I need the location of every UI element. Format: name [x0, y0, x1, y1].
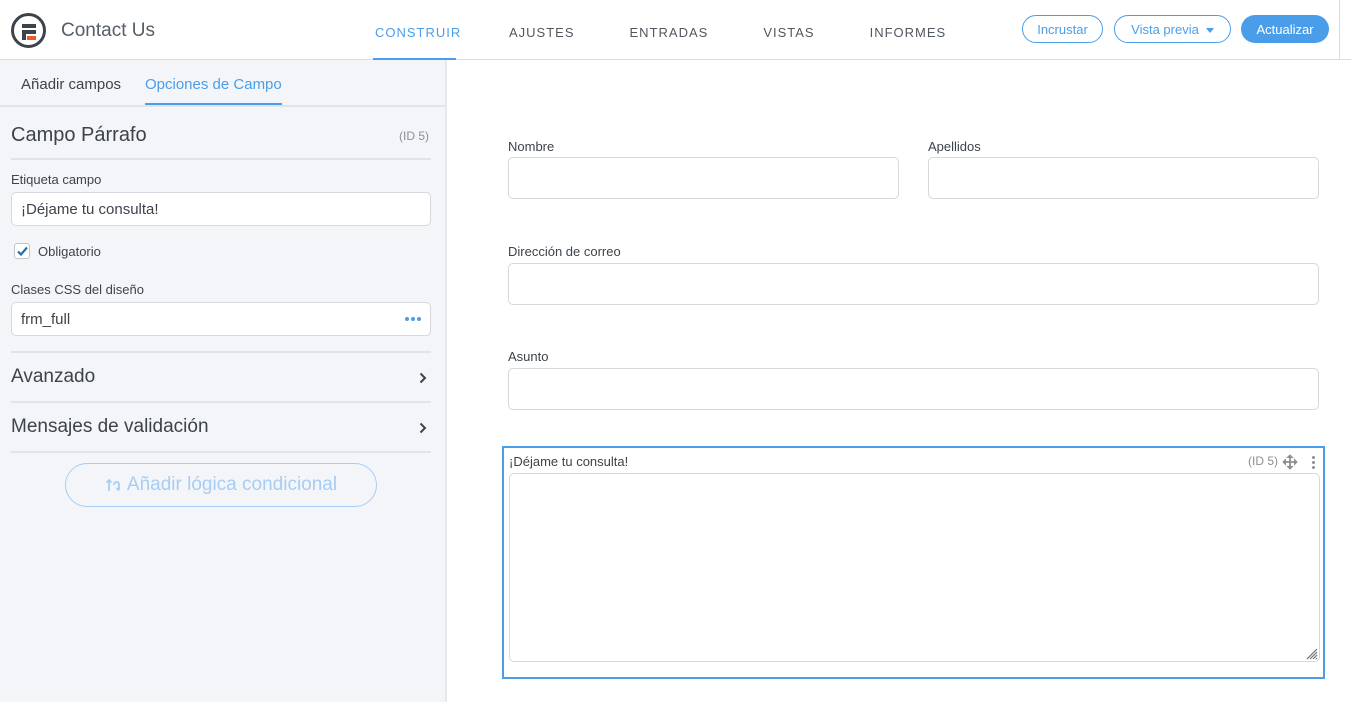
paragraph-textarea[interactable]	[509, 473, 1320, 662]
tab-entradas[interactable]: ENTRADAS	[628, 0, 711, 60]
divider	[11, 158, 431, 160]
validation-messages-label: Mensajes de validación	[11, 416, 209, 437]
header-divider	[1339, 0, 1340, 60]
required-checkbox[interactable]	[14, 243, 30, 259]
validation-messages-accordion[interactable]: Mensajes de validación	[11, 403, 431, 451]
field-label-input[interactable]: ¡Déjame tu consulta!	[11, 192, 431, 226]
selected-paragraph-field[interactable]: ¡Déjame tu consulta! (ID 5)	[502, 446, 1325, 679]
field-label-label: Etiqueta campo	[11, 172, 102, 187]
top-bar: Contact Us CONSTRUIR AJUSTES ENTRADAS VI…	[0, 0, 1351, 61]
paragraph-field-id: (ID 5)	[1248, 454, 1278, 468]
preview-button[interactable]: Vista previa	[1114, 15, 1231, 43]
last-name-label: Apellidos	[928, 139, 981, 154]
field-id: (ID 5)	[399, 129, 429, 143]
main-nav: CONSTRUIR AJUSTES ENTRADAS VISTAS INFORM…	[373, 0, 999, 61]
chevron-right-icon	[419, 422, 427, 434]
first-name-input[interactable]	[508, 157, 899, 199]
css-classes-value: frm_full	[21, 310, 71, 328]
preview-button-label: Vista previa	[1131, 21, 1199, 37]
field-label-value: ¡Déjame tu consulta!	[21, 200, 159, 218]
chevron-right-icon	[419, 372, 427, 384]
add-conditional-logic-button[interactable]: Añadir lógica condicional	[65, 463, 377, 507]
css-classes-label: Clases CSS del diseño	[11, 282, 144, 297]
field-type-heading: Campo Párrafo	[11, 124, 147, 146]
advanced-label: Avanzado	[11, 366, 96, 387]
tab-add-fields[interactable]: Añadir campos	[21, 76, 121, 93]
update-button-label: Actualizar	[1256, 21, 1314, 37]
paragraph-field-label: ¡Déjame tu consulta!	[509, 454, 629, 469]
form-builder-canvas: Nombre Apellidos Dirección de correo Asu…	[447, 60, 1351, 702]
add-conditional-logic-label: Añadir lógica condicional	[126, 474, 338, 495]
email-input[interactable]	[508, 263, 1319, 305]
tab-informes[interactable]: INFORMES	[868, 0, 949, 60]
tab-vistas[interactable]: VISTAS	[761, 0, 816, 60]
subject-label: Asunto	[508, 349, 549, 364]
update-button[interactable]: Actualizar	[1241, 15, 1329, 43]
required-label: Obligatorio	[38, 244, 101, 259]
subject-input[interactable]	[508, 368, 1319, 410]
more-actions-icon[interactable]	[1312, 456, 1315, 469]
css-classes-input[interactable]: frm_full	[11, 302, 431, 336]
checkmark-icon	[17, 246, 28, 257]
last-name-input[interactable]	[928, 157, 1319, 199]
email-label: Dirección de correo	[508, 244, 621, 259]
divider	[11, 451, 431, 453]
conditional-logic-icon	[105, 478, 120, 492]
embed-button[interactable]: Incrustar	[1022, 15, 1103, 43]
first-name-label: Nombre	[508, 139, 555, 154]
formidable-logo-icon[interactable]	[11, 13, 46, 48]
more-options-icon[interactable]	[405, 317, 421, 321]
tab-ajustes[interactable]: AJUSTES	[507, 0, 577, 60]
tab-construir[interactable]: CONSTRUIR	[373, 0, 460, 61]
resize-handle-icon[interactable]	[1304, 646, 1318, 660]
tab-field-options[interactable]: Opciones de Campo	[145, 76, 282, 105]
sidebar-tabs: Añadir campos Opciones de Campo	[0, 60, 445, 107]
caret-down-icon	[1205, 27, 1214, 33]
embed-button-label: Incrustar	[1037, 21, 1088, 37]
field-options-sidebar: Añadir campos Opciones de Campo Campo Pá…	[0, 60, 447, 702]
advanced-accordion[interactable]: Avanzado	[11, 353, 431, 401]
form-title: Contact Us	[61, 20, 155, 41]
move-icon[interactable]	[1282, 454, 1298, 470]
